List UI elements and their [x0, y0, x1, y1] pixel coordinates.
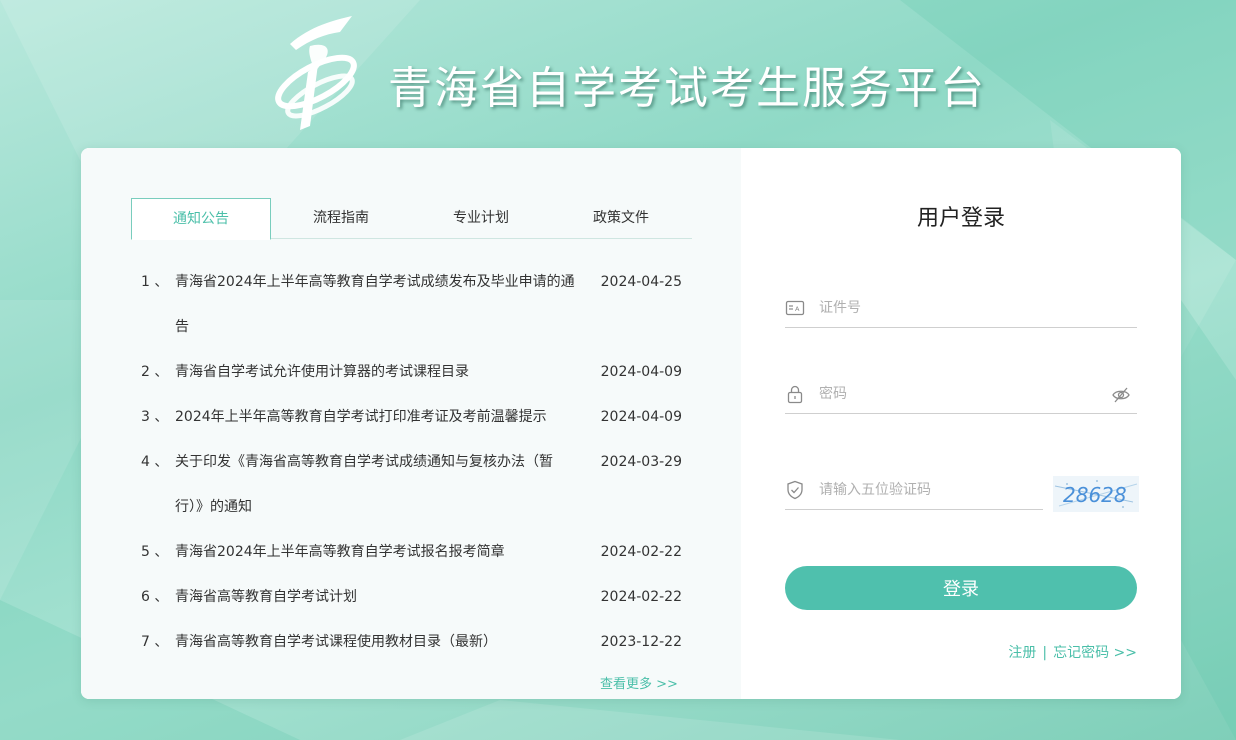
link-separator: | — [1042, 645, 1048, 661]
register-link[interactable]: 注册 — [1008, 645, 1036, 661]
list-item: 5 、 青海省2024年上半年高等教育自学考试报名报考简章 2024-02-22 — [141, 530, 686, 575]
notice-link[interactable]: 2024年上半年高等教育自学考试打印准考证及考前温馨提示 — [175, 395, 575, 440]
notice-link[interactable]: 青海省2024年上半年高等教育自学考试成绩发布及毕业申请的通告 — [175, 260, 575, 350]
notice-number: 7 、 — [141, 634, 169, 650]
notice-list: 1 、 青海省2024年上半年高等教育自学考试成绩发布及毕业申请的通告 2024… — [141, 260, 686, 665]
tab-policy-documents[interactable]: 政策文件 — [551, 198, 691, 239]
password-input[interactable] — [819, 380, 1099, 408]
login-title: 用户登录 — [916, 206, 1005, 231]
svg-text:A: A — [795, 305, 800, 313]
notice-number: 3 、 — [141, 409, 169, 425]
notice-link[interactable]: 青海省高等教育自学考试课程使用教材目录（最新） — [175, 620, 575, 665]
lock-icon — [787, 385, 803, 404]
notice-link[interactable]: 青海省自学考试允许使用计算器的考试课程目录 — [175, 350, 575, 395]
notice-date: 2024-02-22 — [600, 544, 682, 560]
notice-pane: 通知公告 流程指南 专业计划 政策文件 1 、 青海省2024年上半年高等教育自… — [81, 148, 741, 699]
list-item: 1 、 青海省2024年上半年高等教育自学考试成绩发布及毕业申请的通告 2024… — [141, 260, 686, 350]
notice-link[interactable]: 青海省2024年上半年高等教育自学考试报名报考简章 — [175, 530, 575, 575]
eye-off-icon[interactable] — [1111, 385, 1131, 405]
login-button[interactable]: 登录 — [785, 566, 1137, 610]
id-card-icon: A — [785, 300, 805, 316]
notice-number: 2 、 — [141, 364, 169, 380]
notice-link[interactable]: 关于印发《青海省高等教育自学考试成绩通知与复核办法（暂行）》的通知 — [175, 440, 575, 530]
list-item: 7 、 青海省高等教育自学考试课程使用教材目录（最新） 2023-12-22 — [141, 620, 686, 665]
view-more-link[interactable]: 查看更多 >> — [600, 673, 678, 692]
id-number-input[interactable] — [819, 294, 1099, 322]
password-field — [785, 374, 1137, 414]
site-header: 青海省自学考试考生服务平台 — [270, 14, 1010, 134]
captcha-text: 28628 — [1063, 483, 1127, 507]
notice-number: 5 、 — [141, 544, 169, 560]
captcha-image[interactable]: 28628 — [1053, 476, 1139, 512]
main-panel: 通知公告 流程指南 专业计划 政策文件 1 、 青海省2024年上半年高等教育自… — [81, 148, 1181, 699]
captcha-field — [785, 470, 1099, 510]
notice-date: 2024-04-25 — [600, 274, 682, 290]
notice-date: 2024-04-09 — [600, 364, 682, 380]
account-links: 注册 | 忘记密码 >> — [1008, 642, 1137, 662]
notice-date: 2024-04-09 — [600, 409, 682, 425]
site-title: 青海省自学考试考生服务平台 — [388, 63, 986, 114]
tab-notices[interactable]: 通知公告 — [131, 198, 271, 240]
notice-date: 2024-03-29 — [600, 454, 682, 470]
forgot-password-link[interactable]: 忘记密码 >> — [1053, 645, 1137, 661]
notice-number: 1 、 — [141, 274, 169, 290]
tab-major-plan[interactable]: 专业计划 — [411, 198, 551, 239]
tab-process-guide[interactable]: 流程指南 — [271, 198, 411, 239]
list-item: 2 、 青海省自学考试允许使用计算器的考试课程目录 2024-04-09 — [141, 350, 686, 395]
logo-icon — [275, 16, 357, 130]
id-number-field: A — [785, 288, 1137, 328]
notice-number: 6 、 — [141, 589, 169, 605]
list-item: 6 、 青海省高等教育自学考试计划 2024-02-22 — [141, 575, 686, 620]
list-item: 4 、 关于印发《青海省高等教育自学考试成绩通知与复核办法（暂行）》的通知 20… — [141, 440, 686, 530]
tab-bar: 通知公告 流程指南 专业计划 政策文件 — [131, 198, 692, 240]
notice-link[interactable]: 青海省高等教育自学考试计划 — [175, 575, 575, 620]
list-item: 3 、 2024年上半年高等教育自学考试打印准考证及考前温馨提示 2024-04… — [141, 395, 686, 440]
login-pane: 用户登录 A 证件号 请输入五位验证码 28628 登录 注册 | 忘记密码 >… — [741, 148, 1181, 699]
notice-number: 4 、 — [141, 454, 169, 470]
notice-date: 2024-02-22 — [600, 589, 682, 605]
shield-check-icon — [787, 480, 803, 500]
notice-date: 2023-12-22 — [600, 634, 682, 650]
